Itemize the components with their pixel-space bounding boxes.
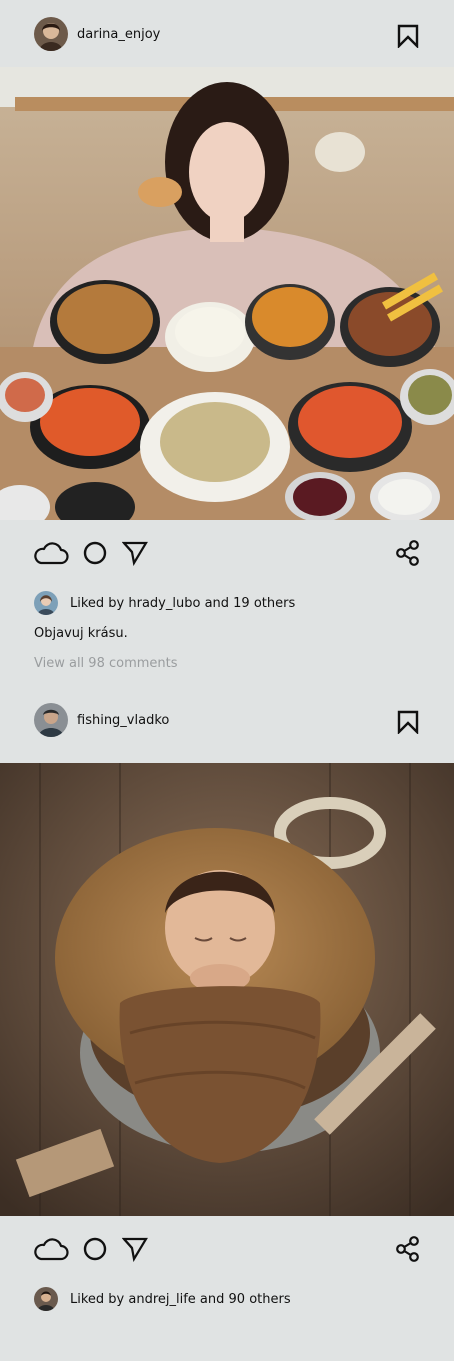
likes-row: Liked by andrej_life and 90 others: [0, 1284, 454, 1314]
share-icon[interactable]: [395, 1236, 421, 1262]
post-header: darina_enjoy: [0, 0, 454, 67]
likes-text[interactable]: Liked by hrady_lubo and 19 others: [70, 596, 295, 611]
user-avatar[interactable]: [34, 703, 68, 737]
post-actions: [0, 520, 454, 588]
post-header: fishing_vladko: [0, 700, 454, 763]
cloud-icon[interactable]: [33, 540, 69, 566]
post-actions: [0, 1216, 454, 1284]
caption-text: Objavuj krásu.: [34, 626, 128, 641]
post-photo[interactable]: [0, 67, 454, 520]
post-caption: Objavuj krásu.: [0, 618, 454, 650]
likes-text[interactable]: Liked by andrej_life and 90 others: [70, 1292, 291, 1307]
bookmark-icon[interactable]: [396, 710, 420, 734]
comments-link-row: View all 98 comments: [0, 650, 454, 680]
feed-post: darina_enjoy Liked by hrady_lubo and 19 …: [0, 0, 454, 680]
liker-avatar[interactable]: [34, 591, 58, 615]
post-separator: [0, 680, 454, 700]
post-username[interactable]: darina_enjoy: [77, 27, 160, 42]
send-icon[interactable]: [122, 1236, 148, 1262]
circle-icon[interactable]: [83, 1236, 107, 1262]
liker-avatar[interactable]: [34, 1287, 58, 1311]
circle-icon[interactable]: [83, 540, 107, 566]
share-icon[interactable]: [395, 540, 421, 566]
view-comments-link[interactable]: View all 98 comments: [34, 656, 178, 671]
cloud-icon[interactable]: [33, 1236, 69, 1262]
bookmark-icon[interactable]: [396, 24, 420, 48]
likes-row: Liked by hrady_lubo and 19 others: [0, 588, 454, 618]
post-username[interactable]: fishing_vladko: [77, 713, 169, 728]
user-avatar[interactable]: [34, 17, 68, 51]
feed-post: fishing_vladko Liked by andrej_life and …: [0, 700, 454, 1314]
post-photo[interactable]: [0, 763, 454, 1216]
send-icon[interactable]: [122, 540, 148, 566]
